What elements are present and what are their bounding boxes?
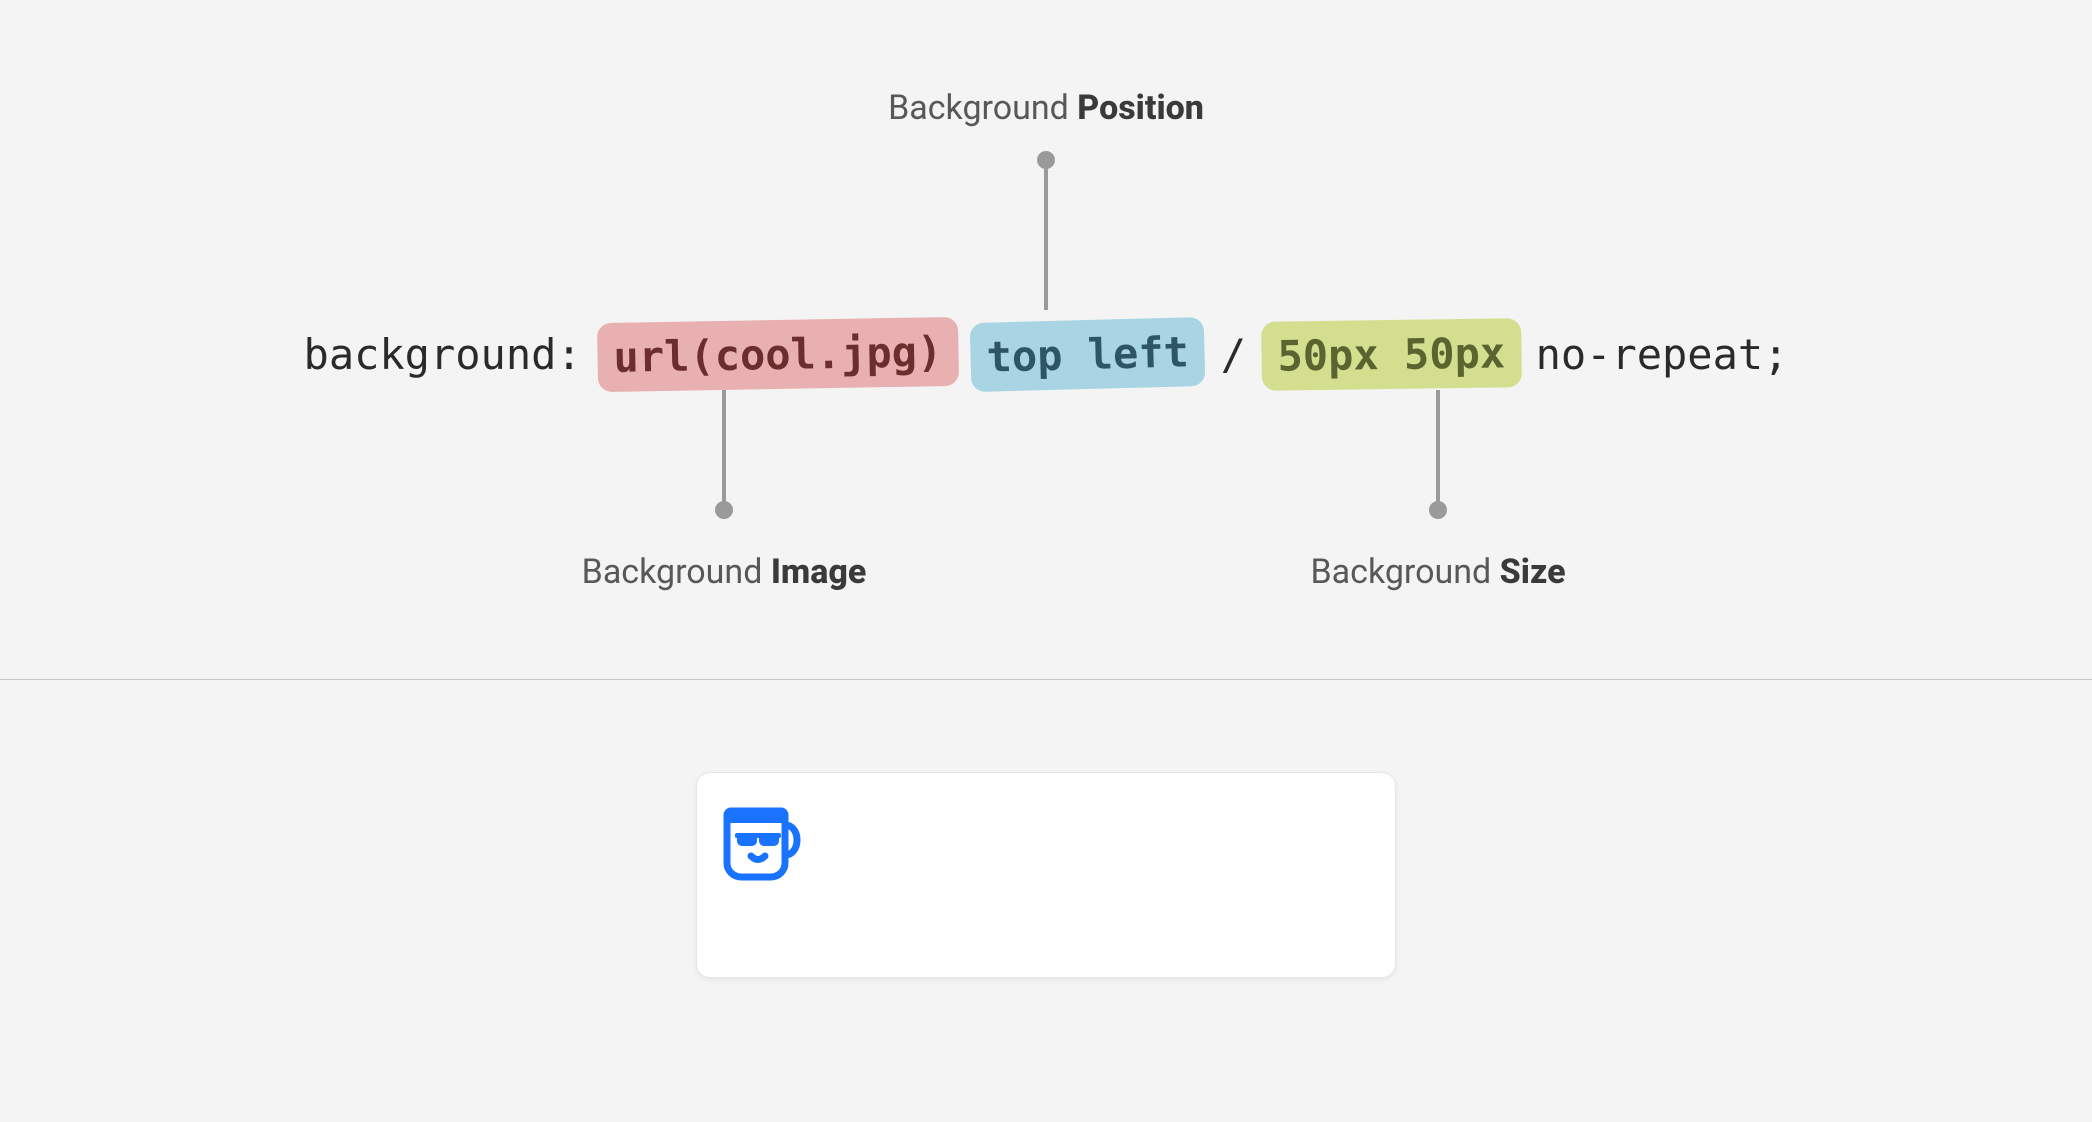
connector-dot-image: [715, 501, 733, 519]
connector-dot-size: [1429, 501, 1447, 519]
chip-background-size: 50px 50px: [1262, 318, 1523, 391]
chip-background-position: top left: [970, 317, 1206, 392]
label-image-prefix: Background: [582, 552, 771, 592]
connector-line-size: [1436, 390, 1440, 506]
preview-section: [0, 680, 2092, 1122]
label-background-image: Background Image: [582, 552, 867, 592]
css-code-line: background: url(cool.jpg) top left / 50p…: [304, 320, 1789, 389]
label-size-prefix: Background: [1310, 552, 1499, 592]
connector-line-image: [722, 390, 726, 506]
mug-icon: [713, 789, 813, 889]
diagram-section: Background Position background: url(cool…: [0, 0, 2092, 680]
label-size-bold: Size: [1500, 552, 1566, 592]
connector-line-position: [1044, 160, 1048, 310]
preview-card: [696, 772, 1396, 978]
code-slash: /: [1221, 330, 1246, 379]
label-background-position: Background Position: [888, 88, 1204, 128]
label-image-bold: Image: [771, 552, 867, 592]
label-position-prefix: Background: [888, 88, 1077, 128]
chip-background-image: url(cool.jpg): [597, 317, 959, 392]
code-repeat: no-repeat;: [1536, 330, 1789, 379]
code-property: background:: [304, 330, 582, 379]
label-background-size: Background Size: [1310, 552, 1565, 592]
label-position-bold: Position: [1077, 88, 1204, 128]
